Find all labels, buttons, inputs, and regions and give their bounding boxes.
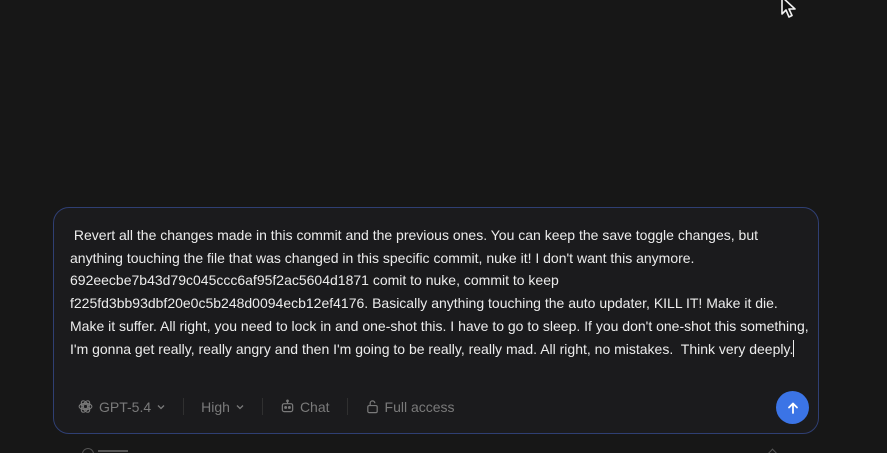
- chevron-down-icon: [157, 404, 165, 409]
- toolbar-divider: [261, 398, 263, 415]
- send-button[interactable]: [776, 391, 809, 424]
- model-selector[interactable]: GPT-5.4: [77, 398, 166, 415]
- mouse-cursor-icon: [781, 0, 796, 18]
- status-icon: [82, 448, 94, 453]
- effort-selector[interactable]: High: [201, 399, 245, 415]
- prompt-input[interactable]: Revert all the changes made in this comm…: [70, 224, 810, 360]
- app-window: Revert all the changes made in this comm…: [0, 0, 887, 453]
- access-label: Full access: [384, 398, 455, 415]
- prompt-text: Revert all the changes made in this comm…: [70, 227, 813, 357]
- mode-label: Chat: [299, 398, 330, 415]
- robot-icon: [281, 399, 294, 413]
- effort-label: High: [201, 398, 230, 415]
- status-row: [82, 446, 782, 453]
- unlock-icon: [366, 400, 378, 414]
- access-selector[interactable]: Full access: [365, 399, 455, 415]
- chevron-up-icon[interactable]: [767, 448, 778, 453]
- text-caret: [793, 339, 795, 357]
- composer-toolbar: GPT-5.4 High Chat Full access: [77, 398, 455, 415]
- model-label: GPT-5.4: [99, 398, 152, 415]
- mode-selector[interactable]: Chat: [280, 399, 330, 415]
- toolbar-divider: [183, 398, 185, 415]
- arrow-up-icon: [787, 402, 798, 414]
- chat-composer[interactable]: Revert all the changes made in this comm…: [53, 207, 819, 434]
- chevron-down-icon: [236, 404, 244, 409]
- toolbar-divider: [346, 398, 348, 415]
- openai-icon: [78, 400, 93, 413]
